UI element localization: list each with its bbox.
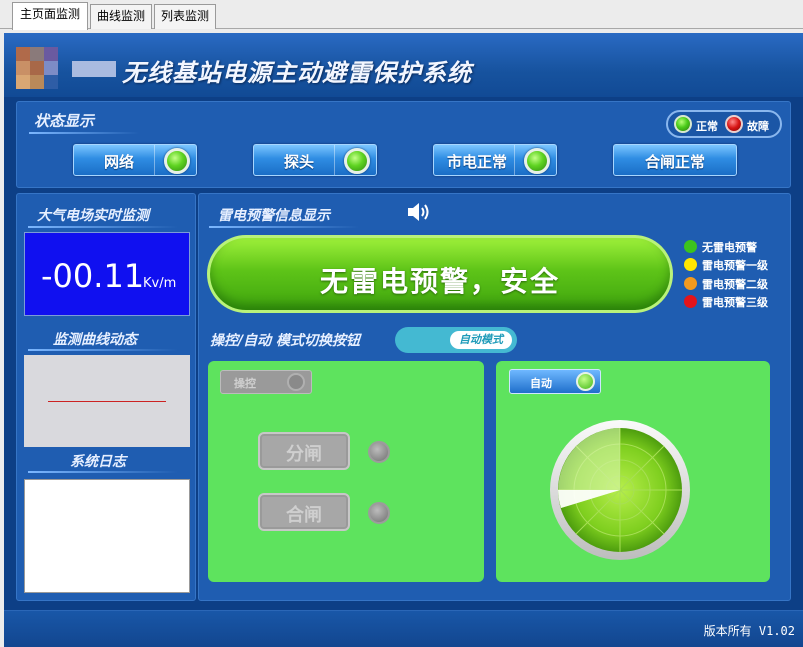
tab-main-monitor[interactable]: 主页面监测 [12, 2, 88, 30]
close-switch-label: 合闸 [286, 505, 322, 526]
curve-trace-line [48, 401, 166, 402]
open-switch-lamp-icon [368, 441, 390, 463]
version-label: 版本所有 V1.02 [703, 624, 795, 638]
probe-lamp-icon [344, 148, 370, 174]
main-window: 无线基站电源主动避雷保护系统 状态显示 正常 故障 网络 探头 市电正常 合闸正… [4, 33, 803, 647]
warning-title-underline [209, 226, 359, 228]
network-lamp-icon [164, 148, 190, 174]
network-status-button[interactable]: 网络 [73, 144, 197, 176]
closing-status-label: 合闸正常 [644, 153, 705, 171]
ok-indicator-icon [674, 115, 692, 133]
log-title-underline [28, 471, 178, 473]
manual-control-panel [208, 361, 484, 582]
mode-toggle-switch[interactable]: 自动模式 [395, 327, 517, 353]
curve-chart [24, 355, 190, 447]
level-1-label: 雷电预警一级 [702, 259, 768, 272]
level-2-label: 雷电预警二级 [702, 278, 768, 291]
app-title: 无线基站电源主动避雷保护系统 [122, 59, 472, 87]
mode-title: 操控/自动 模式切换按钮 [210, 333, 360, 349]
manual-switch-label: 操控 [234, 377, 256, 390]
curve-title-underline [28, 349, 178, 351]
level-3-label: 雷电预警三级 [702, 296, 768, 309]
warning-message: 无雷电预警，安全 [319, 265, 560, 298]
mains-status-button[interactable]: 市电正常 [433, 144, 557, 176]
warning-title: 雷电预警信息显示 [218, 208, 330, 224]
field-value-display: -00.11 Kv/m [24, 232, 190, 316]
status-panel-title: 状态显示 [34, 112, 95, 130]
radar-icon [549, 419, 691, 561]
probe-status-button[interactable]: 探头 [253, 144, 377, 176]
footer: 版本所有 V1.02 [4, 610, 803, 647]
system-log-box[interactable] [24, 479, 190, 593]
field-title-underline [28, 226, 178, 228]
open-switch-label: 分闸 [286, 444, 322, 465]
auto-switch[interactable]: 自动 [509, 369, 601, 394]
closing-status-button[interactable]: 合闸正常 [613, 144, 737, 176]
close-switch-lamp-icon [368, 502, 390, 524]
red-level-dot-icon [684, 295, 697, 308]
divider [154, 145, 155, 175]
field-value: -00.11 [41, 257, 145, 295]
field-unit: Kv/m [143, 276, 177, 291]
close-switch-button[interactable]: 合闸 [258, 493, 350, 531]
auto-switch-label: 自动 [530, 377, 552, 390]
legend-fault-label: 故障 [747, 120, 769, 133]
mains-status-label: 市电正常 [446, 153, 507, 171]
orange-level-dot-icon [684, 277, 697, 290]
mode-toggle-label: 自动模式 [450, 331, 512, 349]
field-monitor-title: 大气电场实时监测 [37, 208, 149, 224]
status-legend: 正常 故障 [666, 110, 782, 138]
curve-title: 监测曲线动态 [53, 332, 137, 348]
speaker-icon[interactable] [406, 201, 432, 223]
legend-ok-label: 正常 [696, 120, 718, 133]
probe-status-label: 探头 [283, 153, 314, 171]
manual-switch-lamp-icon [287, 373, 305, 391]
mains-lamp-icon [524, 148, 550, 174]
divider [514, 145, 515, 175]
header: 无线基站电源主动避雷保护系统 [4, 33, 803, 97]
yellow-level-dot-icon [684, 258, 697, 271]
company-logo-blurred [16, 45, 124, 89]
tab-bar: 主页面监测 曲线监测 列表监测 [0, 0, 803, 30]
network-status-label: 网络 [103, 153, 134, 171]
log-title: 系统日志 [70, 454, 126, 470]
warning-status-bar: 无雷电预警，安全 [207, 235, 673, 313]
level-none-label: 无雷电预警 [702, 241, 757, 254]
manual-switch[interactable]: 操控 [220, 370, 312, 394]
green-level-dot-icon [684, 240, 697, 253]
divider [334, 145, 335, 175]
tab-curve-monitor[interactable]: 曲线监测 [90, 4, 152, 29]
open-switch-button[interactable]: 分闸 [258, 432, 350, 470]
fault-indicator-icon [725, 115, 743, 133]
auto-switch-lamp-icon [576, 372, 595, 391]
status-panel: 状态显示 正常 故障 网络 探头 市电正常 合闸正常 [16, 101, 791, 188]
tab-list-monitor[interactable]: 列表监测 [154, 4, 216, 29]
status-title-underline [29, 132, 139, 134]
